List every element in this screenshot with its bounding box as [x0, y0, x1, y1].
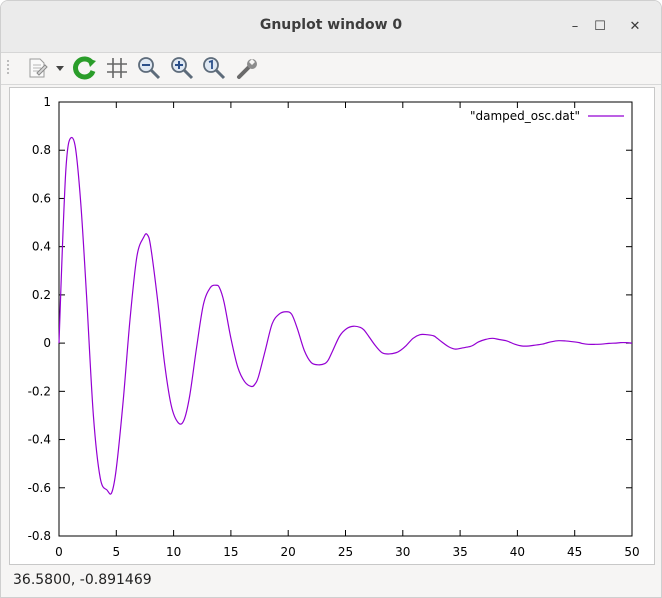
x-tick-label: 5 — [112, 545, 120, 559]
toolbar-grip — [3, 55, 13, 81]
y-tick-label: -0.8 — [28, 529, 51, 543]
dropdown-arrow-icon — [56, 66, 64, 71]
x-tick-label: 0 — [55, 545, 63, 559]
y-tick-label: 0.4 — [32, 240, 51, 254]
zoom-in-icon — [171, 57, 194, 80]
zoom-out-button[interactable] — [135, 55, 163, 81]
maximize-button[interactable]: ☐ — [588, 15, 612, 39]
series-line — [58, 136, 633, 495]
y-tick-label: -0.4 — [28, 433, 51, 447]
x-tick-label: 10 — [166, 545, 181, 559]
y-tick-label: -0.2 — [28, 384, 51, 398]
zoom-reset-icon — [203, 57, 226, 80]
settings-button[interactable] — [234, 55, 262, 81]
close-button[interactable]: ✕ — [623, 15, 647, 39]
mouse-coordinates: 36.5800, -0.891469 — [13, 572, 152, 588]
plot-area[interactable]: 0 5 10 15 20 25 30 35 40 45 50 -0.8 -0.6 -0.4 -0.2 0 0.2… — [9, 87, 655, 565]
grid-icon — [107, 58, 127, 78]
x-tick-label: 35 — [452, 545, 467, 559]
titlebar[interactable]: Gnuplot window 0 – ☐ ✕ — [1, 1, 661, 53]
toolbar — [1, 53, 661, 85]
statusbar: 36.5800, -0.891469 — [1, 567, 661, 597]
settings-wrench-icon — [237, 59, 257, 79]
plot-frame — [58, 101, 633, 537]
y-tick-label: -0.6 — [28, 481, 51, 495]
x-tick-label: 40 — [510, 545, 525, 559]
x-tick-label: 20 — [281, 545, 296, 559]
replot-icon — [73, 56, 96, 80]
x-tick-label: 30 — [395, 545, 410, 559]
replot-button[interactable] — [71, 55, 99, 81]
zoom-out-icon — [138, 57, 161, 80]
y-tick-label: 0.8 — [32, 143, 51, 157]
y-tick-label: 0.2 — [32, 288, 51, 302]
minimize-button[interactable]: – — [563, 15, 587, 39]
x-tick-label: 50 — [624, 545, 639, 559]
y-tick-label: 0 — [43, 336, 51, 350]
x-tick-label: 15 — [223, 545, 238, 559]
zoom-in-button[interactable] — [168, 55, 196, 81]
legend-label: "damped_osc.dat" — [470, 109, 580, 123]
export-icon — [29, 58, 48, 78]
chart-svg: 0 5 10 15 20 25 30 35 40 45 50 -0.8 -0.6 -0.4 -0.2 0 0.2… — [28, 95, 640, 559]
export-button[interactable] — [23, 55, 51, 81]
y-tick-label: 0.6 — [32, 191, 51, 205]
y-tick-label: 1 — [43, 95, 51, 109]
grip-icon — [7, 60, 9, 74]
x-tick-label: 25 — [338, 545, 353, 559]
grid-toggle-button[interactable] — [103, 55, 131, 81]
x-tick-label: 45 — [567, 545, 582, 559]
zoom-reset-button[interactable] — [200, 55, 228, 81]
export-dropdown-button[interactable] — [53, 55, 67, 81]
gnuplot-window: Gnuplot window 0 – ☐ ✕ 0 5 10 15 20 25 3… — [0, 0, 662, 598]
window-title: Gnuplot window 0 — [259, 17, 403, 33]
